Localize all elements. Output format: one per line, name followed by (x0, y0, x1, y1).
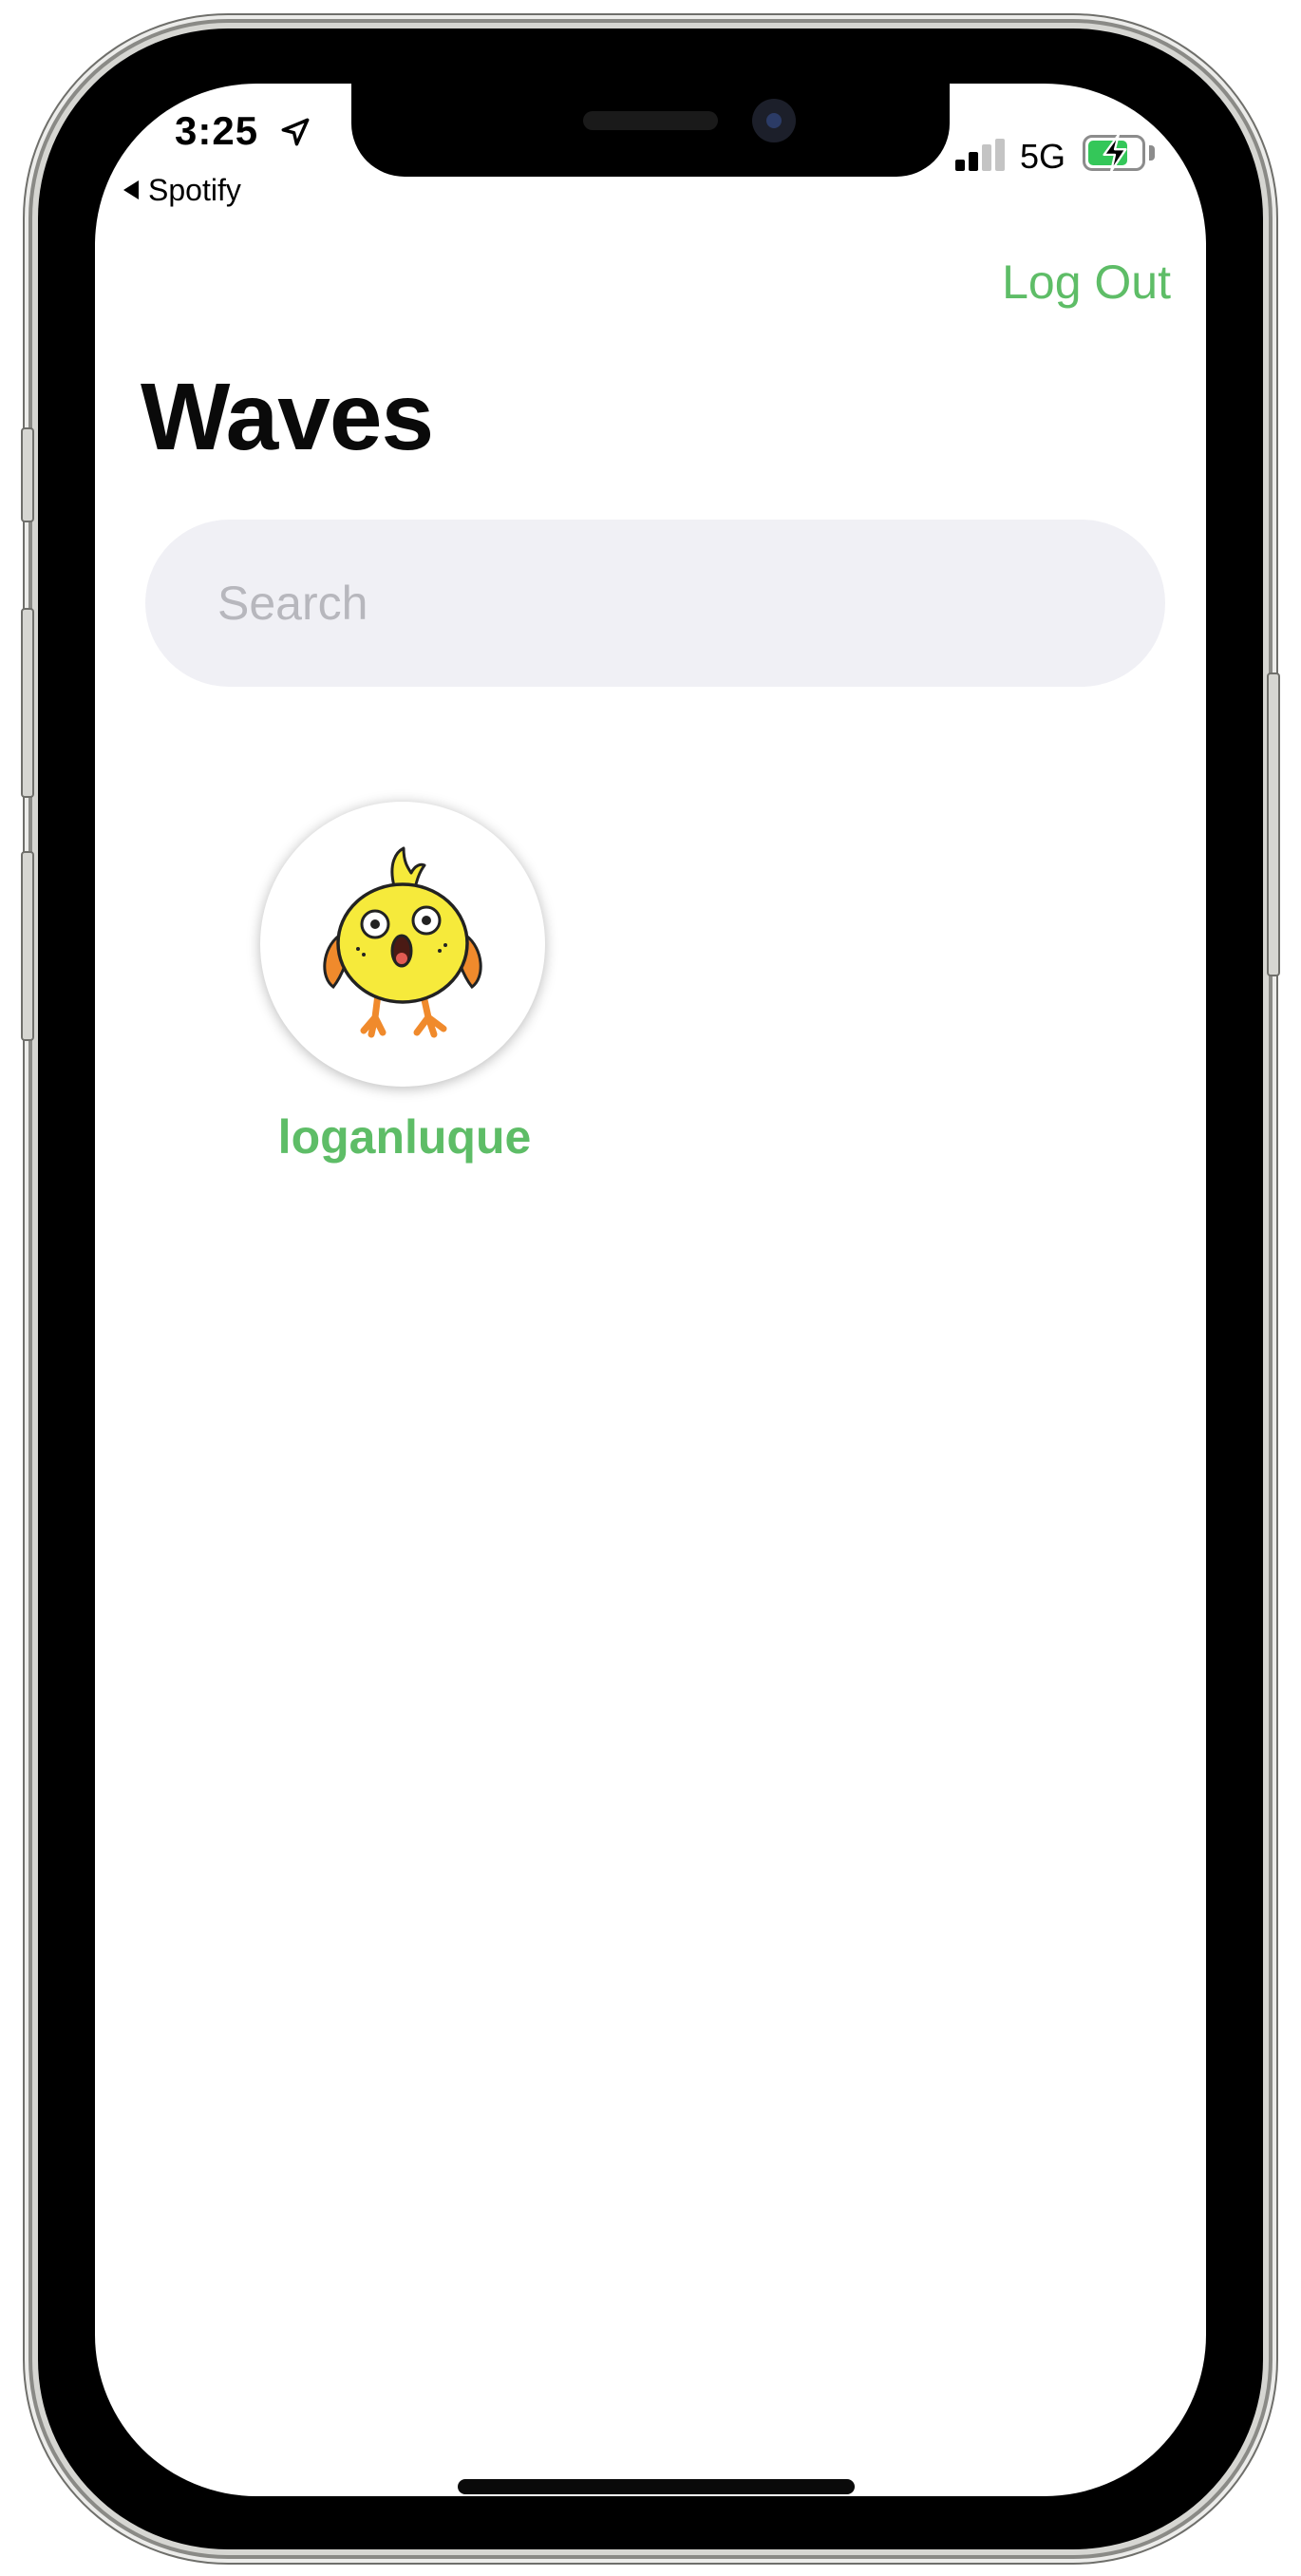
power-button (1267, 672, 1280, 976)
yellow-chick-icon (323, 846, 482, 1038)
notch (351, 84, 950, 177)
user-item[interactable]: loganluque (260, 802, 549, 1165)
location-arrow-icon (281, 118, 310, 146)
avatar[interactable] (260, 802, 545, 1087)
back-app-label: Spotify (148, 173, 241, 207)
charging-bolt-icon (1103, 133, 1127, 173)
search-input[interactable] (216, 575, 1074, 632)
cellular-signal-icon (955, 139, 1007, 171)
network-type: 5G (1020, 137, 1066, 176)
search-bar[interactable] (145, 520, 1165, 687)
username-label[interactable]: loganluque (241, 1109, 568, 1165)
page-title: Waves (141, 364, 434, 470)
earpiece-speaker (583, 111, 718, 130)
back-arrow-icon (123, 180, 139, 199)
status-time: 3:25 (175, 108, 259, 153)
front-camera (752, 99, 796, 142)
volume-down-button (21, 851, 34, 1041)
volume-up-button (21, 608, 34, 798)
mute-switch (21, 427, 34, 522)
battery-cap (1149, 145, 1155, 161)
home-indicator[interactable] (458, 2479, 855, 2494)
back-to-app-link[interactable]: Spotify (123, 173, 241, 208)
logout-button[interactable]: Log Out (1002, 255, 1171, 310)
